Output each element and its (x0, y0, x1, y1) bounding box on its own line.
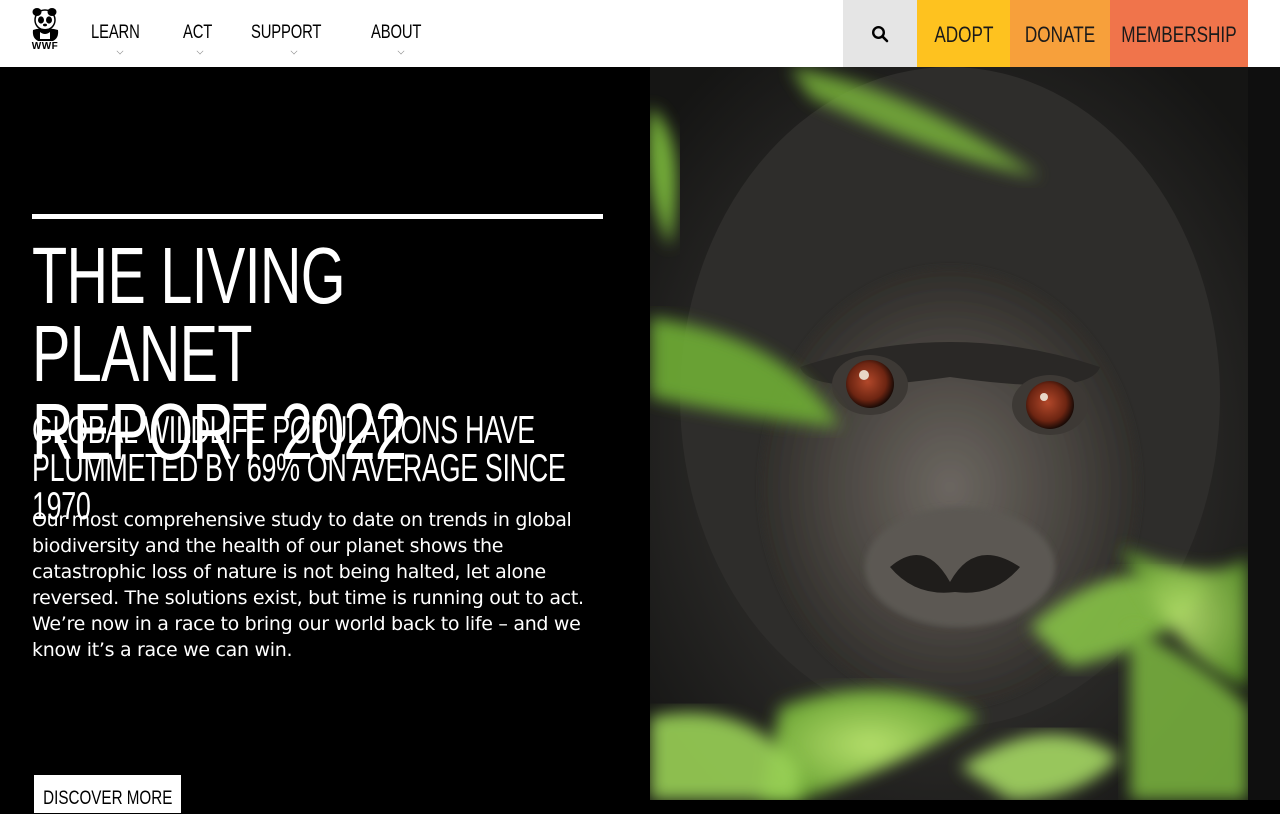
discover-more-button[interactable]: DISCOVER MORE (33, 774, 182, 814)
hero-divider (32, 214, 603, 219)
chevron-down-icon (397, 47, 405, 55)
search-icon (871, 25, 889, 42)
nav-item-label: ABOUT (370, 21, 422, 43)
gorilla-image (650, 67, 1248, 800)
gorilla-photo (650, 67, 1248, 800)
search-button[interactable] (843, 0, 917, 67)
donate-button-label: DONATE (1024, 21, 1096, 47)
nav-item-label: LEARN (91, 21, 140, 43)
main-nav: LEARN ACT SUPPORT ABOUT (91, 0, 465, 67)
chevron-down-icon (116, 47, 124, 55)
chevron-down-icon (196, 47, 204, 55)
panda-icon (32, 8, 59, 41)
nav-item-label: ACT (183, 21, 213, 43)
site-header: WWF LEARN ACT SUPPORT ABOUT ADOPT DONATE (0, 0, 1280, 67)
hero-title-line: THE LIVING PLANET (32, 231, 346, 398)
nav-item-act[interactable]: ACT (183, 0, 220, 67)
wwf-logo[interactable]: WWF (28, 8, 62, 52)
membership-button-label: MEMBERSHIP (1121, 21, 1237, 47)
adopt-button-label: ADOPT (933, 21, 994, 47)
discover-more-label: DISCOVER MORE (42, 788, 173, 809)
adopt-button[interactable]: ADOPT (917, 0, 1010, 67)
chevron-down-icon (290, 47, 298, 55)
nav-item-support[interactable]: SUPPORT (251, 0, 341, 67)
hero-description: Our most comprehensive study to date on … (32, 509, 584, 661)
page-margin (1248, 67, 1280, 800)
nav-item-label: SUPPORT (250, 21, 322, 43)
membership-button[interactable]: MEMBERSHIP (1110, 0, 1248, 67)
donate-button[interactable]: DONATE (1010, 0, 1110, 67)
nav-item-learn[interactable]: LEARN (91, 0, 153, 67)
nav-item-about[interactable]: ABOUT (371, 0, 435, 67)
hero-section: THE LIVING PLANET REPORT 2022 GLOBAL WIL… (0, 67, 650, 814)
logo-wordmark: WWF (31, 41, 59, 52)
hero-subtitle-line: GLOBAL WILDLIFE POPULATIONS HAVE (32, 409, 535, 452)
